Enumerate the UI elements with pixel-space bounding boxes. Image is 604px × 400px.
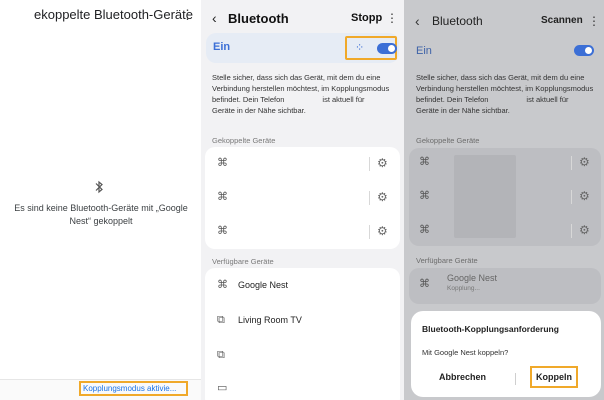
google-home-paired-devices-screen: ekoppelte Bluetooth-Geräte ⋮ Es sind kei…: [0, 0, 201, 400]
paired-device-row[interactable]: ⌘ ⚙: [205, 149, 400, 179]
divider: [515, 373, 516, 385]
visibility-info: Stelle sicher, dass sich das Gerät, mit …: [212, 72, 402, 116]
info-line: Geräte in der Nähe sichtbar.: [416, 106, 510, 115]
scan-button[interactable]: Scannen: [541, 15, 583, 26]
settings-gear-icon[interactable]: ⚙: [579, 223, 590, 237]
switch-label: Ein: [213, 41, 231, 53]
speaker-device-icon: ⌘: [419, 278, 430, 290]
divider: [369, 157, 370, 171]
available-devices-list: ⌘ Google Nest ⧉ Living Room TV ⧉ ▭: [205, 268, 400, 400]
device-icon: ⌘: [217, 225, 228, 237]
info-line: Verbindung herstellen möchtest, im Koppl…: [416, 84, 594, 93]
dialog-message: Mit Google Nest koppeln?: [422, 348, 509, 357]
visibility-info: Stelle sicher, dass sich das Gerät, mit …: [416, 72, 602, 116]
scanning-icon: ⁘: [355, 42, 364, 54]
stop-scan-button[interactable]: Stopp: [351, 12, 382, 24]
divider: [369, 225, 370, 239]
empty-state-message: Es sind keine Bluetooth-Geräte mit „Goog…: [14, 203, 188, 226]
more-options-icon[interactable]: ⋮: [386, 11, 398, 25]
available-devices-header: Verfügbare Geräte: [212, 257, 274, 266]
paired-device-row[interactable]: ⌘ ⚙: [205, 183, 400, 213]
settings-gear-icon[interactable]: ⚙: [579, 189, 590, 203]
info-text: befindet. Dein Telefon: [212, 95, 285, 104]
redacted-device-names: [454, 155, 516, 238]
available-devices-header: Verfügbare Geräte: [416, 256, 478, 265]
switch-label: Ein: [416, 45, 432, 57]
available-device-row[interactable]: ⧉ Living Room TV: [205, 306, 400, 336]
cancel-button[interactable]: Abbrechen: [439, 372, 486, 382]
divider: [571, 224, 572, 238]
info-text: ist aktuell für: [322, 95, 365, 104]
back-icon[interactable]: ‹: [212, 10, 217, 26]
cast-device-icon: ⧉: [217, 349, 225, 361]
page-title: Bluetooth: [432, 14, 483, 28]
settings-gear-icon[interactable]: ⚙: [377, 190, 388, 204]
settings-gear-icon[interactable]: ⚙: [377, 224, 388, 238]
more-options-icon[interactable]: ⋮: [588, 14, 600, 28]
device-status: Kopplung...: [447, 285, 480, 292]
dialog-title: Bluetooth-Kopplungsanforderung: [422, 324, 559, 334]
device-icon: ⌘: [419, 156, 430, 168]
info-line: befindet. Dein Telefon ist aktuell für: [212, 94, 402, 105]
available-device-row[interactable]: ⌘ Google Nest Kopplung...: [409, 268, 601, 302]
info-line: Stelle sicher, dass sich das Gerät, mit …: [212, 73, 381, 82]
available-devices-list: ⌘ Google Nest Kopplung...: [409, 268, 601, 304]
divider: [571, 156, 572, 170]
pair-button[interactable]: Koppeln: [530, 366, 578, 388]
divider: [369, 191, 370, 205]
bluetooth-icon: [95, 180, 103, 194]
device-name: Google Nest: [447, 273, 498, 283]
paired-devices-header: Gekoppelte Geräte: [212, 136, 276, 145]
device-name: Google Nest: [238, 280, 289, 290]
info-text: befindet. Dein Telefon: [416, 95, 489, 104]
settings-gear-icon[interactable]: ⚙: [579, 155, 590, 169]
scanning-highlight: ⁘: [345, 36, 397, 60]
pairing-request-dialog: Bluetooth-Kopplungsanforderung Mit Googl…: [411, 311, 601, 397]
available-device-row[interactable]: ▭: [205, 374, 400, 400]
laptop-icon: ▭: [217, 382, 228, 394]
info-line: befindet. Dein Telefon ist aktuell für: [416, 94, 602, 105]
device-name: Living Room TV: [238, 315, 302, 325]
settings-gear-icon[interactable]: ⚙: [377, 156, 388, 170]
enable-pairing-mode-link[interactable]: Kopplungsmodus aktivie...: [79, 381, 188, 396]
available-device-row[interactable]: ⌘ Google Nest: [205, 271, 400, 301]
bluetooth-toggle[interactable]: [574, 45, 594, 56]
paired-device-row[interactable]: ⌘ ⚙: [205, 217, 400, 247]
device-icon: ⌘: [419, 190, 430, 202]
info-text: ist aktuell für: [526, 95, 569, 104]
page-title: Bluetooth: [228, 11, 289, 26]
info-line: Verbindung herstellen möchtest, im Koppl…: [212, 84, 390, 93]
device-icon: ⌘: [217, 191, 228, 203]
device-icon: ⌘: [217, 157, 228, 169]
info-line: Geräte in der Nähe sichtbar.: [212, 106, 306, 115]
phone-bluetooth-scanning-screen: ‹ Bluetooth Stopp ⋮ Ein ⁘ Stelle sicher,…: [201, 0, 404, 400]
bluetooth-switch-row[interactable]: Ein ⁘: [206, 33, 399, 63]
cast-device-icon: ⧉: [217, 314, 225, 326]
phone-bluetooth-pairing-screen: ‹ Bluetooth Scannen ⋮ Ein Stelle sicher,…: [404, 0, 604, 400]
info-line: Stelle sicher, dass sich das Gerät, mit …: [416, 73, 585, 82]
more-options-icon[interactable]: ⋮: [181, 7, 194, 23]
page-title: ekoppelte Bluetooth-Geräte: [34, 7, 193, 22]
divider: [571, 190, 572, 204]
paired-devices-header: Gekoppelte Geräte: [416, 136, 480, 145]
device-icon: ⌘: [419, 224, 430, 236]
paired-devices-list: ⌘ ⚙ ⌘ ⚙ ⌘ ⚙: [205, 147, 400, 249]
speaker-device-icon: ⌘: [217, 279, 228, 291]
available-device-row[interactable]: ⧉: [205, 341, 400, 371]
bluetooth-toggle[interactable]: [377, 43, 397, 54]
back-icon[interactable]: ‹: [415, 13, 420, 29]
